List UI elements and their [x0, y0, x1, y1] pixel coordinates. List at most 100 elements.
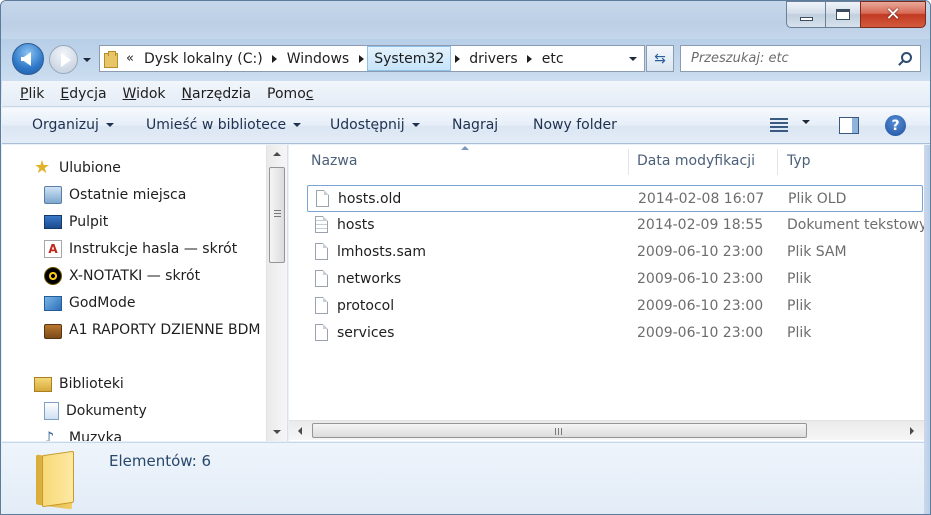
- new-folder-button[interactable]: Nowy folder: [533, 117, 617, 133]
- briefcase-icon: [44, 324, 62, 339]
- table-row[interactable]: hosts.old 2014-02-08 16:07 Plik OLD: [307, 185, 923, 212]
- help-icon[interactable]: ?: [885, 115, 906, 136]
- address-dropdown[interactable]: [628, 56, 638, 61]
- nav-item-label: Dokumenty: [66, 403, 147, 419]
- music-icon: ♪: [44, 428, 55, 442]
- file-date: 2014-02-09 18:55: [637, 217, 764, 233]
- documents-icon: [44, 402, 59, 420]
- search-icon[interactable]: [901, 52, 912, 63]
- menu-file[interactable]: Plik: [20, 86, 44, 102]
- view-options-dropdown[interactable]: [802, 120, 810, 140]
- nav-shortcut-xnotatki[interactable]: X-NOTATKI — skrót: [44, 265, 200, 287]
- file-type: Plik SAM: [787, 244, 847, 260]
- window-frame-edge: [924, 145, 930, 514]
- breadcrumb-overflow[interactable]: «: [118, 51, 138, 66]
- nav-libraries-label: Biblioteki: [59, 376, 124, 392]
- menu-edit[interactable]: Edycja: [60, 86, 106, 102]
- new-folder-label: Nowy folder: [533, 117, 617, 133]
- file-type: Plik: [787, 298, 812, 314]
- chevron-down-icon: [629, 56, 637, 61]
- breadcrumb-item[interactable]: etc: [536, 46, 570, 71]
- search-input[interactable]: [691, 51, 891, 66]
- table-row[interactable]: services 2009-06-10 23:00 Plik: [307, 320, 923, 347]
- scroll-thumb[interactable]: [312, 423, 807, 438]
- breadcrumb-chevron-icon[interactable]: [524, 46, 536, 71]
- scroll-thumb[interactable]: [269, 167, 285, 263]
- maximize-icon: [836, 9, 850, 20]
- breadcrumb-item[interactable]: Windows: [281, 46, 356, 71]
- column-name[interactable]: Nazwa: [311, 153, 357, 169]
- explorer-window: ✕ « Dysk lokalny (C:) Windows System32 d…: [0, 0, 931, 515]
- file-type: Plik OLD: [788, 191, 847, 207]
- nav-favorites[interactable]: ★ Ulubione: [34, 157, 121, 179]
- file-type: Plik: [787, 325, 812, 341]
- nav-item-label: X-NOTATKI — skrót: [69, 268, 201, 284]
- scroll-right-button[interactable]: [903, 421, 921, 440]
- nav-item-label: GodMode: [69, 295, 136, 311]
- chevron-up-icon: [273, 152, 281, 156]
- minimize-button[interactable]: [786, 1, 826, 28]
- burn-label: Nagraj: [452, 117, 499, 133]
- breadcrumb-chevron-icon[interactable]: [269, 46, 281, 71]
- breadcrumb-item[interactable]: System32: [367, 46, 452, 71]
- close-button[interactable]: ✕: [860, 1, 926, 28]
- maximize-button[interactable]: [825, 1, 861, 28]
- address-bar[interactable]: « Dysk lokalny (C:) Windows System32 dri…: [99, 45, 645, 72]
- burn-button[interactable]: Nagraj: [452, 117, 498, 133]
- search-box[interactable]: [680, 45, 921, 72]
- table-row[interactable]: hosts 2014-02-09 18:55 Dokument tekstowy: [307, 212, 927, 239]
- menu-tools[interactable]: Narzędzia: [182, 86, 252, 102]
- chevron-down-icon: [273, 430, 281, 434]
- refresh-button[interactable]: ⇆: [646, 45, 674, 72]
- preview-pane-icon[interactable]: [839, 117, 859, 134]
- nav-music[interactable]: ♪ Muzyka: [44, 427, 122, 442]
- file-list: Nazwa Data modyfikacji Typ hosts.old 201…: [289, 145, 930, 441]
- folder-icon: [36, 449, 76, 510]
- breadcrumb-chevron-icon[interactable]: [355, 46, 367, 71]
- scroll-down-button[interactable]: [267, 423, 287, 441]
- arrow-right-icon: [60, 52, 71, 67]
- refresh-icon: ⇆: [654, 50, 666, 67]
- nav-item-label: Instrukcje hasla — skrót: [69, 241, 238, 257]
- sort-ascending-icon: [461, 146, 469, 150]
- file-name: lmhosts.sam: [337, 244, 427, 260]
- table-row[interactable]: lmhosts.sam 2009-06-10 23:00 Plik SAM: [307, 239, 923, 266]
- menu-view[interactable]: Widok: [123, 86, 166, 102]
- forward-button[interactable]: [49, 45, 78, 74]
- content-horizontal-scrollbar[interactable]: [289, 420, 925, 440]
- breadcrumb-item[interactable]: Dysk lokalny (C:): [138, 46, 269, 71]
- nav-shortcut-instrukcje[interactable]: A Instrukcje hasla — skrót: [44, 238, 237, 260]
- menu-help[interactable]: Pomoc: [267, 86, 313, 102]
- nav-a1-raporty[interactable]: A1 RAPORTY DZIENNE BDM: [44, 319, 260, 341]
- chevron-right-icon: [910, 426, 914, 435]
- organize-button[interactable]: Organizuj: [32, 117, 114, 133]
- nav-recent-places[interactable]: Ostatnie miejsca: [44, 184, 186, 206]
- nav-documents[interactable]: Dokumenty: [44, 400, 147, 422]
- scroll-left-button[interactable]: [291, 421, 309, 440]
- file-type: Dokument tekstowy: [787, 217, 928, 233]
- view-options-icon[interactable]: [770, 117, 790, 133]
- nav-godmode[interactable]: GodMode: [44, 292, 135, 314]
- share-button[interactable]: Udostępnij: [330, 117, 420, 133]
- file-icon: [315, 297, 328, 314]
- include-in-library-label: Umieść w bibliotece: [146, 117, 287, 133]
- breadcrumb-chevron-icon[interactable]: [451, 46, 463, 71]
- table-row[interactable]: protocol 2009-06-10 23:00 Plik: [307, 293, 923, 320]
- text-file-icon: [315, 216, 328, 233]
- column-date-modified[interactable]: Data modyfikacji: [637, 153, 755, 169]
- file-date: 2009-06-10 23:00: [637, 271, 764, 287]
- chevron-down-icon: [83, 58, 91, 62]
- recent-pages-dropdown[interactable]: [81, 55, 93, 65]
- command-bar: Organizuj Umieść w bibliotece Udostępnij…: [2, 108, 930, 144]
- nav-desktop[interactable]: Pulpit: [44, 211, 108, 233]
- nav-libraries[interactable]: Biblioteki: [34, 373, 124, 395]
- file-date: 2009-06-10 23:00: [637, 244, 764, 260]
- pdf-shortcut-icon: A: [44, 240, 62, 258]
- table-row[interactable]: networks 2009-06-10 23:00 Plik: [307, 266, 923, 293]
- column-type[interactable]: Typ: [787, 153, 811, 169]
- nav-vertical-scrollbar[interactable]: [266, 145, 287, 441]
- back-button[interactable]: [12, 43, 44, 75]
- breadcrumb-item[interactable]: drivers: [463, 46, 523, 71]
- scroll-up-button[interactable]: [267, 145, 287, 163]
- include-in-library-button[interactable]: Umieść w bibliotece: [146, 117, 302, 133]
